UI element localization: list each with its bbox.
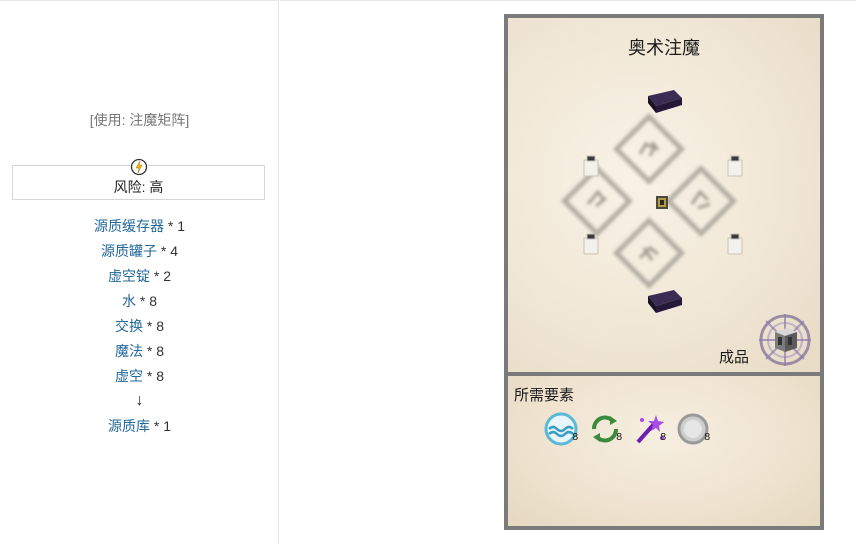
lightning-icon [130,158,148,176]
list-item: 虚空锭 * 2 [0,265,279,290]
ingredient-qty: * 1 [163,218,185,234]
list-item: 魔法 * 8 [0,340,279,365]
ingredient-qty: * 8 [142,318,164,334]
list-item: 虚空 * 8 [0,365,279,390]
ingredient-link-magic[interactable]: 魔法 [115,343,143,359]
risk-label: 风险: 高 [113,179,164,195]
aspect-count: 8 [660,432,667,443]
ingredient-link-essentia-jar[interactable]: 源质罐子 [101,243,157,259]
aspect-count: 8 [704,432,711,443]
ingredient-qty: * 8 [142,368,164,384]
ingredient-link-void[interactable]: 虚空 [115,368,143,384]
void-block-top [648,90,682,113]
list-item: 源质库 * 1 [0,415,279,440]
result-arrow: ↓ [135,392,144,409]
ingredient-link-void-ingot[interactable]: 虚空锭 [108,268,150,284]
ingredient-qty: * 4 [156,243,178,259]
ingredient-link-essentia-buffer[interactable]: 源质缓存器 [94,218,164,234]
requirements-title: 所需要素 [514,387,575,404]
ingredient-list: 源质缓存器 * 1 源质罐子 * 4 虚空锭 * 2 水 * 8 交换 * 8 … [0,215,279,440]
aspect-count: 8 [616,432,623,443]
result-link-essentia-reservoir[interactable]: 源质库 [108,418,150,434]
void-aspect[interactable]: 8 [676,412,710,446]
ingredient-link-water[interactable]: 水 [122,293,136,309]
magic-aspect[interactable]: 8 [632,412,666,446]
ingredient-qty: * 2 [149,268,171,284]
ingredient-link-exchange[interactable]: 交换 [115,318,143,334]
water-aspect[interactable]: 8 [544,412,578,446]
product-label: 成品 [719,349,750,366]
exchange-aspect[interactable]: 8 [588,412,622,446]
list-item: 源质罐子 * 4 [0,240,279,265]
usage-note: [使用: 注魔矩阵] [89,112,190,128]
recipe-title: 奥术注魔 [628,38,700,58]
aspect-count: 8 [572,432,579,443]
essentia-reservoir-icon[interactable] [757,312,813,368]
list-item: 源质缓存器 * 1 [0,215,279,240]
essentia-buffer-icon [656,196,668,209]
result-qty: * 1 [149,418,171,434]
ingredient-qty: * 8 [142,343,164,359]
ingredient-qty: * 8 [135,293,157,309]
list-item: 交换 * 8 [0,315,279,340]
list-item: 水 * 8 [0,290,279,315]
void-block-bottom [648,290,682,313]
infusion-altar-diagram [560,90,743,313]
